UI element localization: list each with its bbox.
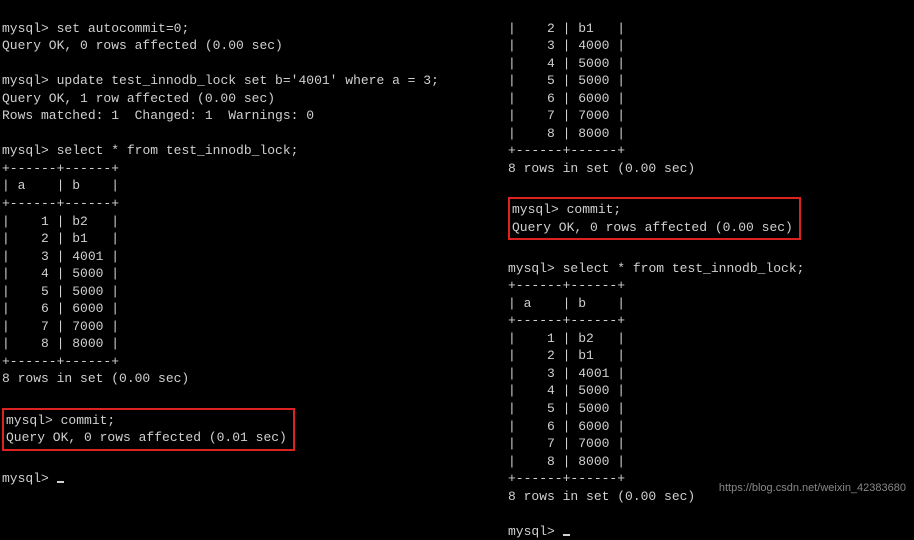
table-sep: +------+------+: [508, 313, 625, 328]
rowcount: 8 rows in set (0.00 sec): [508, 161, 695, 176]
result: Query OK, 1 row affected (0.00 sec): [2, 91, 275, 106]
highlight-box: mysql> commit; Query OK, 0 rows affected…: [508, 197, 801, 240]
table-rows: | 1 | b2 | | 2 | b1 | | 3 | 4001 | | 4 |…: [508, 331, 625, 469]
table-rows: | 1 | b2 | | 2 | b1 | | 3 | 4001 | | 4 |…: [2, 214, 119, 352]
table-sep: +------+------+: [2, 161, 119, 176]
left-terminal: mysql> set autocommit=0; Query OK, 0 row…: [0, 0, 506, 500]
table-rows: | 2 | b1 | | 3 | 4000 | | 4 | 5000 | | 5…: [508, 21, 625, 141]
cmd: commit;: [567, 202, 622, 217]
prompt: mysql>: [6, 413, 53, 428]
prompt: mysql>: [2, 21, 49, 36]
cmd: set autocommit=0;: [57, 21, 190, 36]
prompt: mysql>: [2, 471, 49, 486]
col-b: b: [72, 178, 80, 193]
cmd: select * from test_innodb_lock;: [563, 261, 805, 276]
prompt: mysql>: [508, 261, 555, 276]
cmd: select * from test_innodb_lock;: [57, 143, 299, 158]
cursor: [563, 534, 570, 536]
rowcount: 8 rows in set (0.00 sec): [2, 371, 189, 386]
col-b: b: [578, 296, 586, 311]
table-sep: +------+------+: [508, 143, 625, 158]
col-a: a: [18, 178, 26, 193]
rowcount: 8 rows in set (0.00 sec): [508, 489, 695, 504]
highlight-box: mysql> commit; Query OK, 0 rows affected…: [2, 408, 295, 451]
table-sep: +------+------+: [2, 354, 119, 369]
prompt: mysql>: [2, 143, 49, 158]
table-sep: +------+------+: [508, 471, 625, 486]
col-a: a: [524, 296, 532, 311]
table-sep: +------+------+: [2, 196, 119, 211]
table-sep: +------+------+: [508, 278, 625, 293]
prompt: mysql>: [508, 524, 555, 539]
watermark: https://blog.csdn.net/weixin_42383680: [719, 481, 906, 496]
result: Query OK, 0 rows affected (0.00 sec): [512, 220, 793, 235]
cmd: commit;: [61, 413, 116, 428]
result: Rows matched: 1 Changed: 1 Warnings: 0: [2, 108, 314, 123]
result: Query OK, 0 rows affected (0.00 sec): [2, 38, 283, 53]
cursor: [57, 481, 64, 483]
prompt: mysql>: [2, 73, 49, 88]
cmd: update test_innodb_lock set b='4001' whe…: [57, 73, 439, 88]
result: Query OK, 0 rows affected (0.01 sec): [6, 430, 287, 445]
prompt: mysql>: [512, 202, 559, 217]
right-terminal: | 2 | b1 | | 3 | 4000 | | 4 | 5000 | | 5…: [506, 0, 914, 500]
